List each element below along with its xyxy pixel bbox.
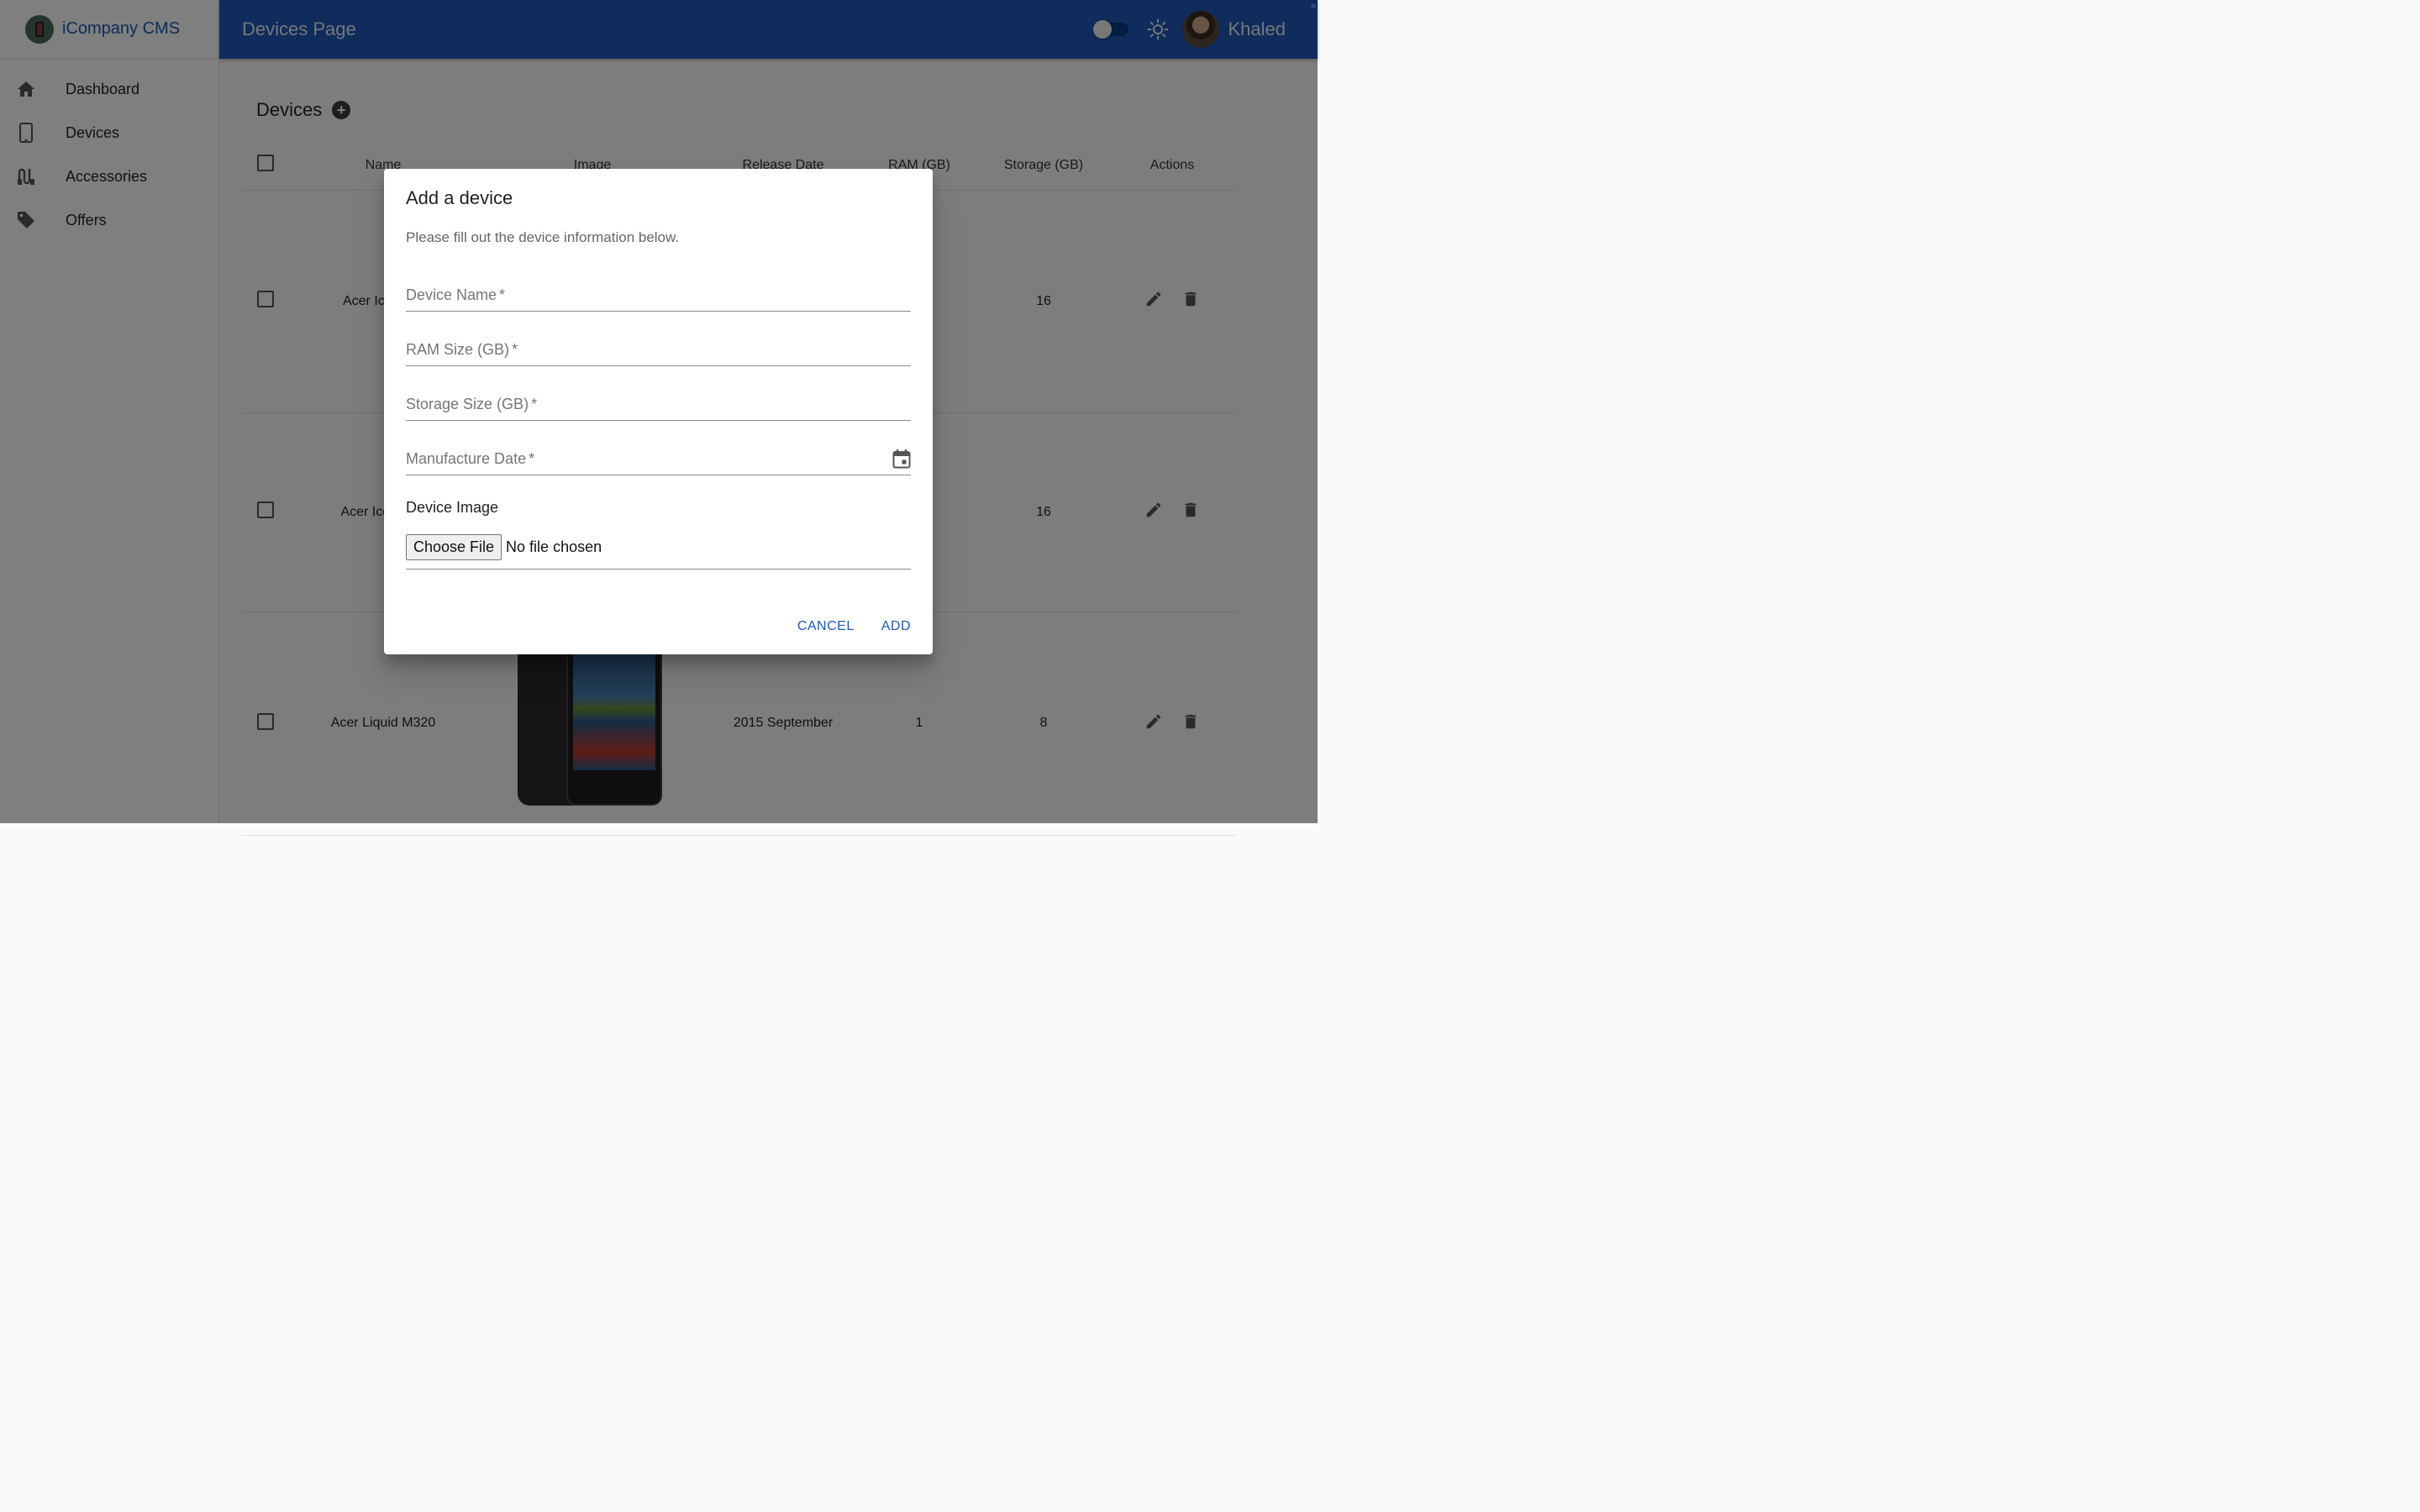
file-status: No file chosen — [506, 538, 602, 555]
ram-size-field[interactable]: RAM Size (GB) * — [406, 329, 911, 366]
ram-size-input[interactable] — [406, 329, 911, 365]
manufacture-date-input[interactable] — [406, 438, 911, 475]
cancel-button[interactable]: CANCEL — [786, 612, 866, 641]
calendar-icon[interactable] — [892, 449, 911, 469]
dialog-title: Add a device — [406, 187, 513, 208]
choose-file-button[interactable]: Choose File — [406, 534, 502, 560]
manufacture-date-field[interactable]: Manufacture Date * — [406, 438, 911, 475]
device-image-label: Device Image — [406, 499, 499, 516]
dialog-actions: CANCEL ADD — [786, 612, 923, 641]
device-name-field[interactable]: Device Name * — [406, 275, 911, 312]
add-button[interactable]: ADD — [870, 612, 923, 641]
device-image-field: Choose File No file chosen — [406, 534, 911, 570]
dialog-description: Please fill out the device information b… — [406, 229, 680, 245]
device-name-input[interactable] — [406, 275, 911, 311]
storage-size-field[interactable]: Storage Size (GB) * — [406, 384, 911, 421]
add-device-dialog: Add a device Please fill out the device … — [384, 169, 933, 654]
storage-size-input[interactable] — [406, 384, 911, 420]
